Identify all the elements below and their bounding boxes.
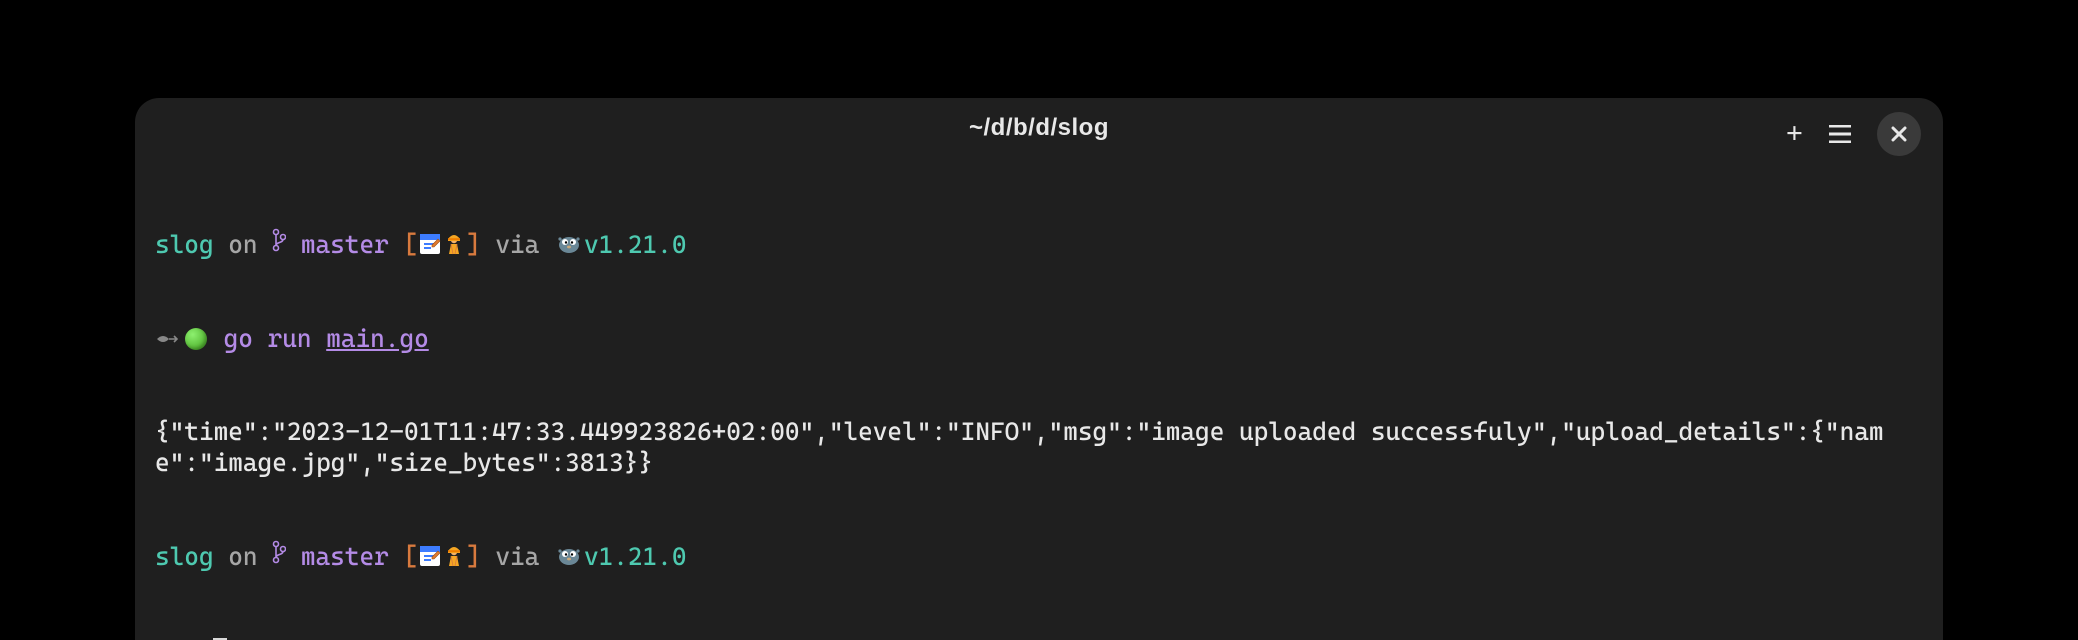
gopher-icon bbox=[554, 232, 584, 263]
branch-name: master bbox=[286, 542, 389, 571]
prompt-arrow-icon bbox=[155, 326, 179, 357]
cmd-file: main.go bbox=[326, 324, 429, 353]
window-controls: + bbox=[1786, 112, 1921, 156]
input-line[interactable] bbox=[155, 636, 1923, 640]
close-button[interactable] bbox=[1877, 112, 1921, 156]
cmd-run: run bbox=[253, 324, 326, 353]
branch-name: master bbox=[286, 230, 389, 259]
construction-emoji-icon bbox=[442, 232, 466, 256]
window-title: ~/d/b/d/slog bbox=[155, 114, 1923, 142]
branch-icon bbox=[272, 540, 286, 576]
gopher-icon bbox=[554, 544, 584, 575]
titlebar: ~/d/b/d/slog + bbox=[135, 98, 1943, 158]
status-dot-icon bbox=[185, 328, 207, 350]
git-status-bracket-close: ] bbox=[466, 230, 481, 259]
new-tab-button[interactable]: + bbox=[1786, 117, 1803, 151]
git-status-bracket-open: [ bbox=[389, 542, 418, 571]
prompt-line-2: slog on master [] via v1.21.0 bbox=[155, 539, 1923, 575]
note-emoji-icon bbox=[418, 544, 442, 568]
command-line: go run main.go bbox=[155, 324, 1923, 357]
cmd-go: go bbox=[224, 324, 253, 353]
on-word: on bbox=[214, 542, 273, 571]
construction-emoji-icon bbox=[442, 544, 466, 568]
terminal-window: ~/d/b/d/slog + slog on master [] via v1.… bbox=[135, 98, 1943, 640]
go-version: v1.21.0 bbox=[584, 542, 687, 571]
terminal-content[interactable]: slog on master [] via v1.21.0 go run mai… bbox=[135, 158, 1943, 640]
menu-button[interactable] bbox=[1829, 125, 1851, 143]
go-version: v1.21.0 bbox=[584, 230, 687, 259]
cwd: slog bbox=[155, 230, 214, 259]
note-emoji-icon bbox=[418, 232, 442, 256]
branch-icon bbox=[272, 228, 286, 264]
prompt-line-1: slog on master [] via v1.21.0 bbox=[155, 227, 1923, 263]
output-line: {"time":"2023-12-01T11:47:33.449923826+0… bbox=[155, 417, 1923, 478]
via-word: via bbox=[481, 542, 554, 571]
git-status-bracket-open: [ bbox=[389, 230, 418, 259]
via-word: via bbox=[481, 230, 554, 259]
git-status-bracket-close: ] bbox=[466, 542, 481, 571]
cwd: slog bbox=[155, 542, 214, 571]
on-word: on bbox=[214, 230, 273, 259]
